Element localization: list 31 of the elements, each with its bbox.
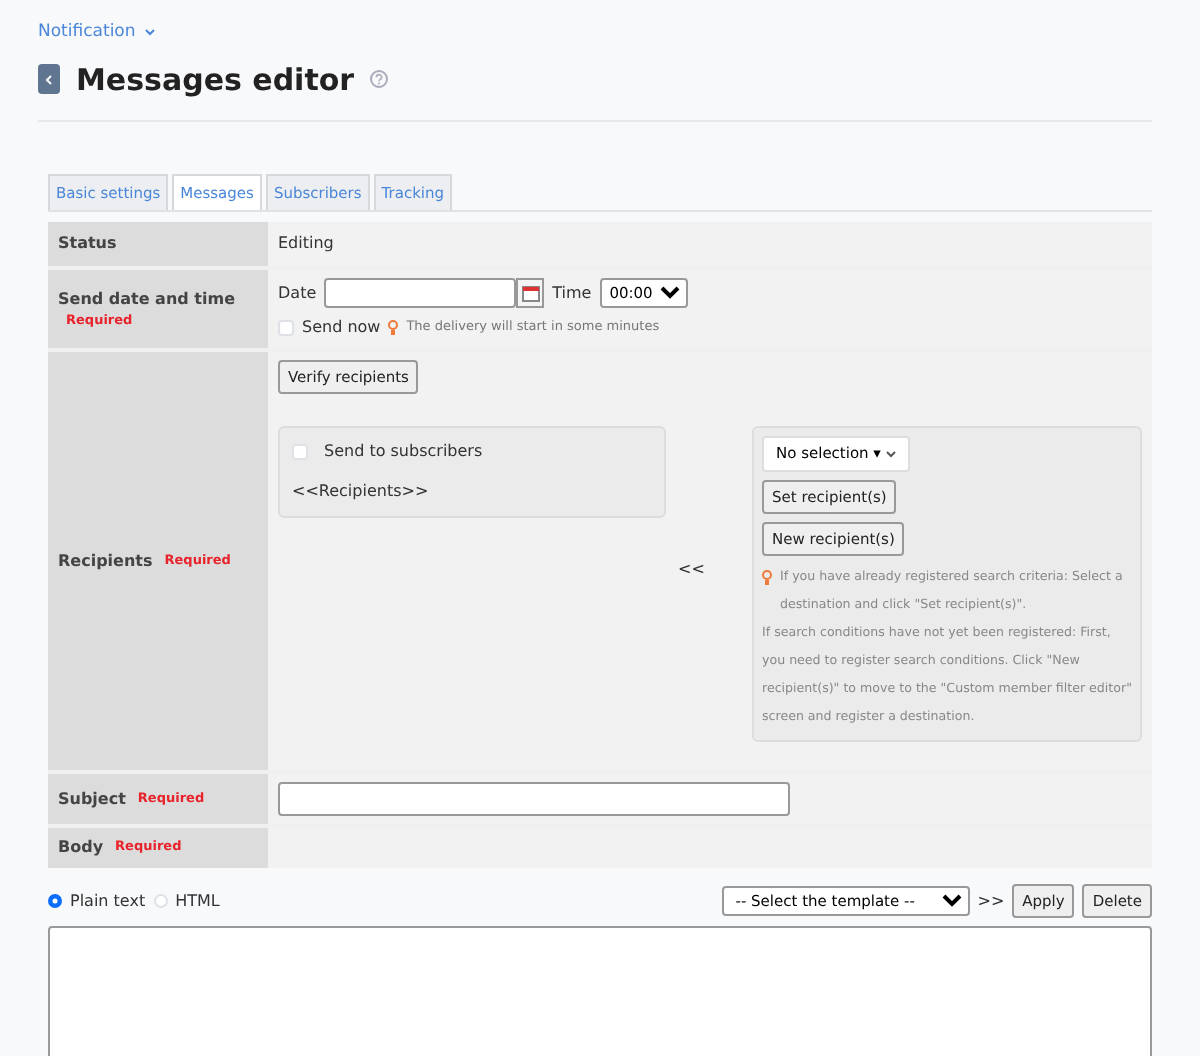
checkbox-label: Send to subscribers: [324, 440, 483, 465]
subject-field[interactable]: [278, 782, 790, 816]
date-label: Date: [278, 281, 317, 305]
checkbox[interactable]: [278, 320, 294, 336]
chevron-left-icon: [44, 73, 54, 86]
recipients-token: <<Recipients>>: [292, 482, 429, 501]
chevron-down-icon: [143, 27, 156, 36]
radio-label: Plain text: [70, 889, 146, 914]
page-title: Messages editor: [76, 61, 355, 98]
field-label: Status: [58, 232, 119, 256]
field-label: Subject: [58, 787, 126, 811]
checkbox-label: Send now: [302, 316, 381, 340]
calendar-button[interactable]: [516, 278, 545, 308]
help-icon[interactable]: [370, 70, 389, 89]
lightbulb-icon: [388, 320, 399, 336]
radio-label: HTML: [175, 889, 220, 914]
field-label: Send date and time: [58, 287, 235, 312]
field-label: Recipients: [58, 549, 153, 573]
calendar-icon: [521, 285, 540, 301]
arrow-text: <<: [678, 558, 707, 583]
status-value: Editing: [278, 232, 336, 256]
arrow-text: >>: [977, 889, 1005, 914]
radio-button[interactable]: [48, 894, 62, 909]
date-field[interactable]: [324, 278, 517, 308]
time-label: Time: [552, 281, 592, 305]
checkbox[interactable]: [292, 444, 308, 461]
back-button[interactable]: [38, 64, 60, 95]
lightbulb-icon: [762, 570, 772, 586]
field-label: Body: [58, 836, 104, 860]
chevron-down-icon: [886, 450, 897, 459]
breadcrumb-dropdown[interactable]: Notification: [38, 20, 156, 46]
